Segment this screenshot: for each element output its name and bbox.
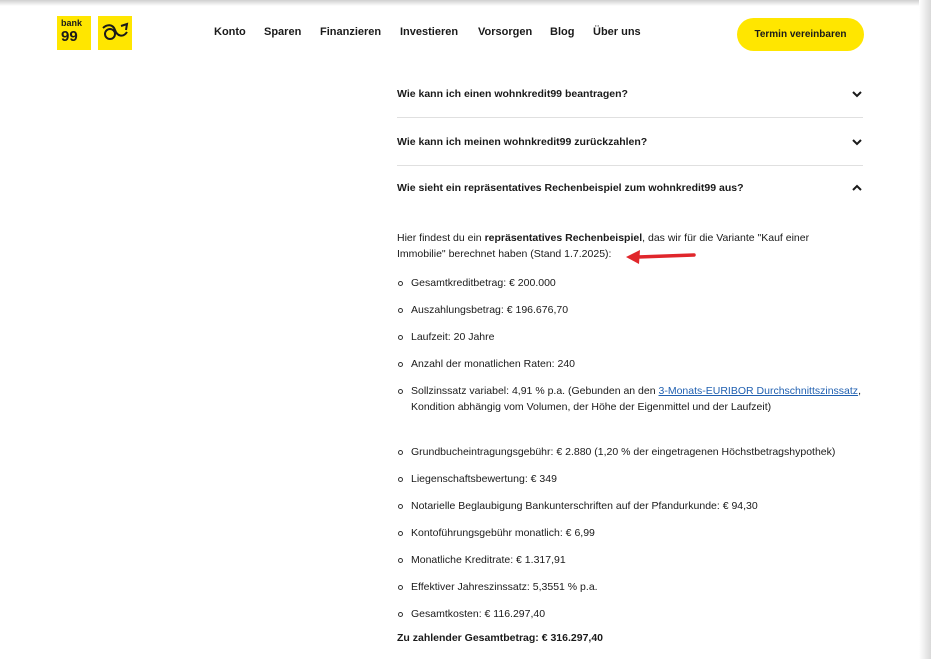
window-right-shadow <box>919 0 931 659</box>
faq-item-zurueckzahlen[interactable]: Wie kann ich meinen wohnkredit99 zurückz… <box>397 119 863 166</box>
nav-finanzieren[interactable]: Finanzieren <box>320 26 381 38</box>
annotation-arrow-icon <box>626 250 696 264</box>
nav-sparen[interactable]: Sparen <box>264 26 301 38</box>
list-item: Kontoführungsgebühr monatlich: € 6,99 <box>398 525 866 541</box>
list-item: Effektiver Jahreszinssatz: 5,3551 % p.a. <box>398 579 866 595</box>
chevron-up-icon <box>852 184 862 191</box>
list-item: Notarielle Beglaubigung Bankunterschrift… <box>398 498 866 514</box>
nav-vorsorgen[interactable]: Vorsorgen <box>478 26 532 38</box>
site-header: bank 99 Konto Sparen Finanzieren Investi… <box>0 0 931 60</box>
total-amount: Zu zahlender Gesamtbetrag: € 316.297,40 <box>397 632 604 644</box>
list-item: Auszahlungsbetrag: € 196.676,70 <box>398 302 866 318</box>
list-item: Grundbucheintragungsgebühr: € 2.880 (1,2… <box>398 444 866 460</box>
list-item: Gesamtkosten: € 116.297,40 <box>398 606 866 622</box>
nav-blog[interactable]: Blog <box>550 26 574 38</box>
list-item: Anzahl der monatlichen Raten: 240 <box>398 356 866 372</box>
nav-investieren[interactable]: Investieren <box>400 26 458 38</box>
logo-text-99: 99 <box>61 28 78 45</box>
nav-konto[interactable]: Konto <box>214 26 246 38</box>
post-horn-icon <box>102 22 129 40</box>
list-item: Laufzeit: 20 Jahre <box>398 329 866 345</box>
faq-question: Wie kann ich einen wohnkredit99 beantrag… <box>397 88 628 100</box>
list-item: Gesamtkreditbetrag: € 200.000 <box>398 275 866 291</box>
faq-question: Wie sieht ein repräsentatives Rechenbeis… <box>397 182 744 194</box>
chevron-down-icon <box>852 139 862 146</box>
euribor-link[interactable]: 3-Monats-EURIBOR Durchschnittszinssatz <box>659 385 859 397</box>
list-item: Liegenschaftsbewertung: € 349 <box>398 471 866 487</box>
list-item-sollzinssatz: Sollzinssatz variabel: 4,91 % p.a. (Gebu… <box>398 383 866 415</box>
chevron-down-icon <box>852 91 862 98</box>
post-horn-logo[interactable] <box>98 16 132 50</box>
bank99-logo[interactable]: bank 99 <box>57 16 91 50</box>
logo-text-bank: bank <box>61 18 83 28</box>
faq-question: Wie kann ich meinen wohnkredit99 zurückz… <box>397 136 648 148</box>
faq-item-rechenbeispiel[interactable]: Wie sieht ein repräsentatives Rechenbeis… <box>397 165 863 211</box>
termin-vereinbaren-button[interactable]: Termin vereinbaren <box>737 18 864 51</box>
nav-ueber-uns[interactable]: Über uns <box>593 26 641 38</box>
faq-item-beantragen[interactable]: Wie kann ich einen wohnkredit99 beantrag… <box>397 71 863 118</box>
list-item: Monatliche Kreditrate: € 1.317,91 <box>398 552 866 568</box>
